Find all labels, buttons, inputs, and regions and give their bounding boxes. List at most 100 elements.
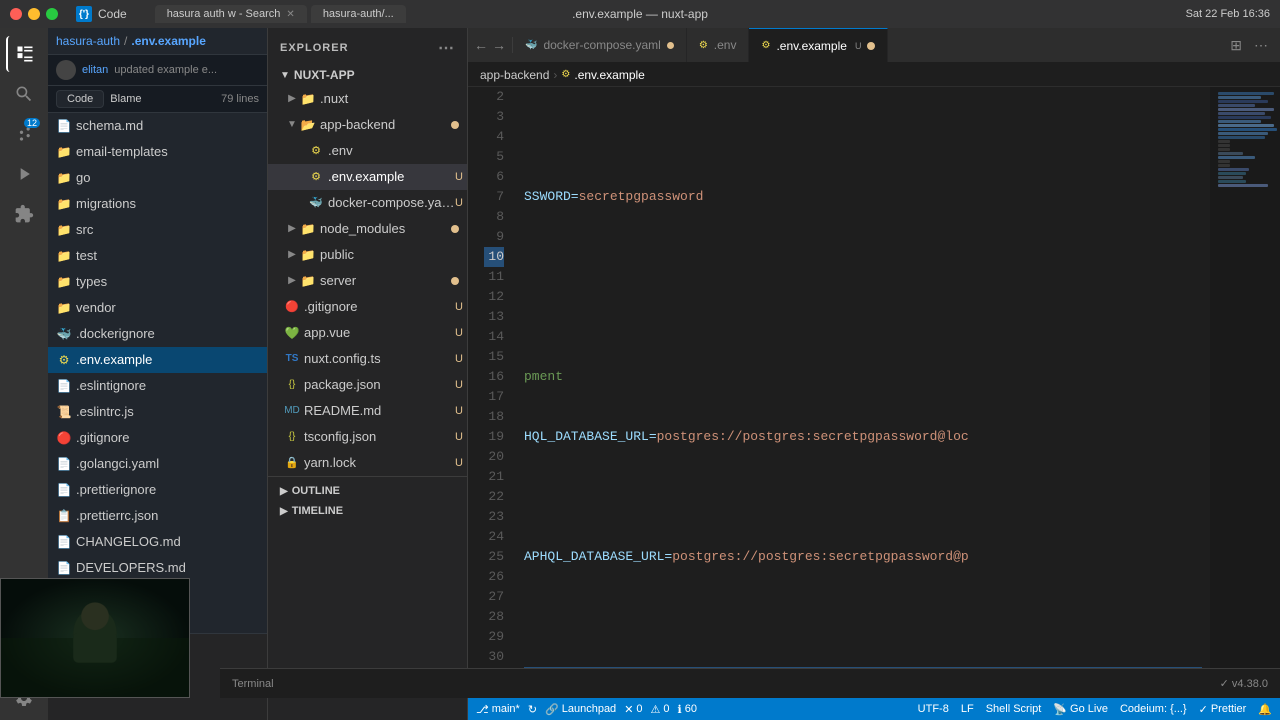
- outline-header[interactable]: ▶ OUTLINE: [268, 481, 467, 501]
- tree-gitignore[interactable]: 🔴 .gitignore U: [268, 294, 467, 320]
- activity-search[interactable]: [6, 76, 42, 112]
- modified-dot: [451, 225, 459, 233]
- nav-back-icon[interactable]: ←: [474, 37, 488, 53]
- tree-nuxt-config[interactable]: TS nuxt.config.ts U: [268, 346, 467, 372]
- tree-public[interactable]: ▶ 📁 public: [268, 242, 467, 268]
- ts-icon: TS: [284, 351, 300, 367]
- window-title: .env.example — nuxt-app: [572, 7, 708, 21]
- tree-server[interactable]: ▶ 📁 server: [268, 268, 467, 294]
- repo-owner-link[interactable]: hasura-auth: [56, 34, 120, 48]
- file-item-types[interactable]: 📁 types: [48, 269, 267, 295]
- code-content[interactable]: SSWORD=secretpgpassword pment HQL_DATABA…: [516, 87, 1210, 698]
- tree-readme[interactable]: MD README.md U: [268, 398, 467, 424]
- maximize-button[interactable]: [46, 8, 58, 20]
- repo-file-link[interactable]: .env.example: [131, 34, 205, 48]
- sync-status[interactable]: ↻: [528, 703, 537, 716]
- file-item-src[interactable]: 📁 src: [48, 217, 267, 243]
- folder-icon: 📁: [300, 273, 316, 289]
- nuxt-app-section[interactable]: ▼ NUXT-APP: [268, 64, 467, 86]
- code-editor[interactable]: 2 3 4 5 6 7 8 9 10 11 12 13 14 15 16 17: [468, 87, 1210, 698]
- language-status[interactable]: Shell Script: [986, 703, 1042, 715]
- file-item-test[interactable]: 📁 test: [48, 243, 267, 269]
- prettier-status[interactable]: ✓ Prettier: [1199, 703, 1247, 716]
- file-item-vendor[interactable]: 📁 vendor: [48, 295, 267, 321]
- errors-status[interactable]: ✕ 0: [624, 703, 642, 716]
- folder-icon: 📁: [56, 248, 72, 264]
- webcam-feed: [1, 579, 189, 697]
- sidebar-menu-icon[interactable]: ⋯: [438, 38, 455, 58]
- tree-package-json[interactable]: {} package.json U: [268, 372, 467, 398]
- file-item-golangci[interactable]: 📄 .golangci.yaml: [48, 451, 267, 477]
- minimize-button[interactable]: [28, 8, 40, 20]
- file-item-go[interactable]: 📁 go: [48, 165, 267, 191]
- split-editor-icon[interactable]: ⊞: [1226, 37, 1246, 54]
- os-tab-search[interactable]: hasura auth w - Search ✕: [155, 5, 307, 23]
- timeline-header[interactable]: ▶ TIMELINE: [268, 501, 467, 521]
- tree-app-backend[interactable]: ▼ 📂 app-backend: [268, 112, 467, 138]
- file-item-gitignore[interactable]: 🔴 .gitignore: [48, 425, 267, 451]
- editor-area: ← → 🐳 docker-compose.yaml ⚙ .env ⚙ .env.…: [468, 28, 1280, 720]
- os-tab-repo[interactable]: hasura-auth/...: [311, 5, 406, 23]
- codeium-status[interactable]: Codeium: {...}: [1120, 703, 1187, 715]
- tab-actions: ⊞ ⋯: [1226, 37, 1280, 54]
- nav-forward-icon[interactable]: →: [492, 37, 506, 53]
- tree-env[interactable]: ⚙ .env: [268, 138, 467, 164]
- tree-yarn-lock[interactable]: 🔒 yarn.lock U: [268, 450, 467, 476]
- file-item-prettierignore[interactable]: 📄 .prettierignore: [48, 477, 267, 503]
- error-count: 0: [636, 703, 642, 715]
- file-item-schema[interactable]: 📄 schema.md: [48, 113, 267, 139]
- file-item-migrations[interactable]: 📁 migrations: [48, 191, 267, 217]
- activity-explorer[interactable]: [6, 36, 42, 72]
- line-ending-status[interactable]: LF: [961, 703, 974, 715]
- language-label: Shell Script: [986, 703, 1042, 715]
- notifications-bell[interactable]: 🔔: [1258, 703, 1272, 716]
- modified-u: U: [455, 374, 463, 396]
- commit-author[interactable]: elitan: [82, 64, 108, 76]
- file-item-dockerignore[interactable]: 🐳 .dockerignore: [48, 321, 267, 347]
- branch-status[interactable]: ⎇ main*: [476, 703, 520, 716]
- breadcrumb-env-example[interactable]: ⚙ .env.example: [561, 68, 644, 82]
- modified-u: U: [455, 322, 463, 344]
- tree-nuxt[interactable]: ▶ 📁 .nuxt: [268, 86, 467, 112]
- file-item-email[interactable]: 📁 email-templates: [48, 139, 267, 165]
- tree-tsconfig[interactable]: {} tsconfig.json U: [268, 424, 467, 450]
- activity-extensions[interactable]: [6, 196, 42, 232]
- go-live-status[interactable]: 📡 Go Live: [1053, 703, 1108, 716]
- blame-button[interactable]: Blame: [110, 93, 141, 105]
- traffic-lights: [10, 8, 58, 20]
- close-button[interactable]: [10, 8, 22, 20]
- more-actions-icon[interactable]: ⋯: [1250, 37, 1272, 54]
- lines-info: 79 lines: [221, 93, 259, 105]
- file-item-env-example[interactable]: ⚙ .env.example: [48, 347, 267, 373]
- file-item-eslintignore[interactable]: 📄 .eslintignore: [48, 373, 267, 399]
- tree-env-example[interactable]: ⚙ .env.example U: [268, 164, 467, 190]
- editor-tabs: ← → 🐳 docker-compose.yaml ⚙ .env ⚙ .env.…: [468, 28, 1280, 63]
- prettier-label: Prettier: [1211, 703, 1246, 715]
- warnings-status[interactable]: ⚠ 0: [651, 703, 670, 716]
- sync-icon: ↻: [528, 703, 537, 716]
- os-tab-search-close[interactable]: ✕: [286, 9, 294, 20]
- antenna-icon: 📡: [1053, 703, 1067, 716]
- outline-label: OUTLINE: [292, 485, 340, 497]
- activity-source-control[interactable]: 12: [6, 116, 42, 152]
- tree-app-vue[interactable]: 💚 app.vue U: [268, 320, 467, 346]
- tree-docker-compose[interactable]: 🐳 docker-compose.yaml U: [268, 190, 467, 216]
- tab-env-example[interactable]: ⚙ .env.example U: [749, 28, 888, 63]
- tab-docker-compose[interactable]: 🐳 docker-compose.yaml: [513, 28, 687, 63]
- encoding-status[interactable]: UTF-8: [918, 703, 949, 715]
- warning-icon: ⚠: [651, 703, 661, 716]
- info-status[interactable]: ℹ 60: [678, 703, 697, 716]
- file-item-changelog[interactable]: 📄 CHANGELOG.md: [48, 529, 267, 555]
- launchpad-status[interactable]: 🔗 Launchpad: [545, 703, 616, 716]
- activity-run[interactable]: [6, 156, 42, 192]
- file-item-eslintrc[interactable]: 📜 .eslintrc.js: [48, 399, 267, 425]
- tab-env[interactable]: ⚙ .env: [687, 28, 750, 63]
- main-layout: 12 hasura-auth / .env.example elitan upd…: [0, 28, 1280, 720]
- breadcrumb-app-backend[interactable]: app-backend: [480, 68, 549, 82]
- file-item-prettierrc[interactable]: 📋 .prettierrc.json: [48, 503, 267, 529]
- code-line-6: HQL_DATABASE_URL=postgres://postgres:sec…: [524, 427, 1202, 447]
- code-button[interactable]: Code: [56, 90, 104, 108]
- modified-u: U: [455, 296, 463, 318]
- terminal-label[interactable]: Terminal: [232, 678, 274, 690]
- tree-node-modules[interactable]: ▶ 📁 node_modules: [268, 216, 467, 242]
